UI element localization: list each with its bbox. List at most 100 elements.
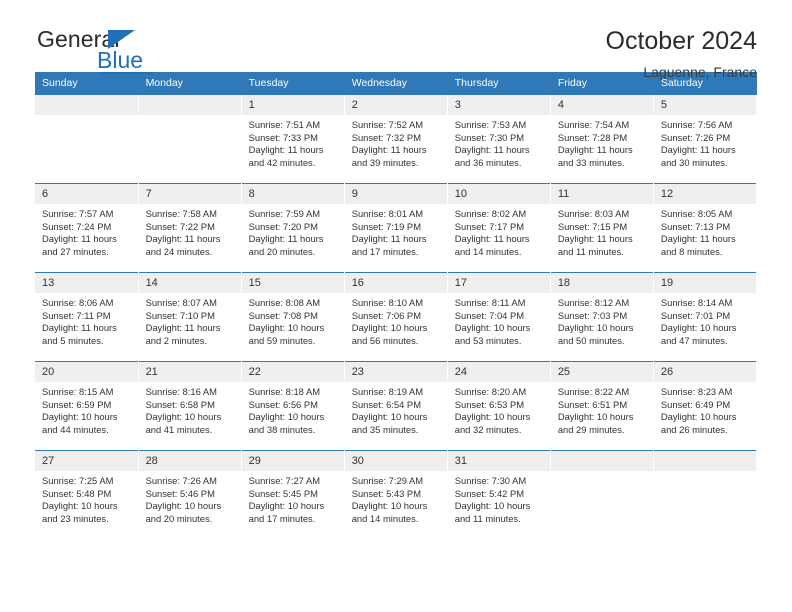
sunset-text: Sunset: 5:42 PM bbox=[454, 487, 525, 499]
sunset-text: Sunset: 6:59 PM bbox=[42, 398, 112, 410]
calendar-day-cell[interactable]: 4 Sunrise: 7:54 AM Sunset: 7:28 PM Daylight… bbox=[550, 94, 654, 184]
day-details: Sunrise: 8:05 AM Sunset: 7:13 PM Daylight:… bbox=[654, 204, 756, 258]
daylight-text: Daylight: 10 hours and 38 minutes. bbox=[248, 411, 325, 435]
day-details: Sunrise: 7:51 AM Sunset: 7:33 PM Daylight:… bbox=[242, 115, 344, 169]
daylight-text: Daylight: 11 hours and 5 minutes. bbox=[42, 322, 117, 346]
day-number: 6 bbox=[35, 184, 138, 204]
sunset-text: Sunset: 6:58 PM bbox=[145, 398, 215, 410]
day-number: 24 bbox=[447, 362, 550, 382]
calendar-day-cell[interactable]: 2 Sunrise: 7:52 AM Sunset: 7:32 PM Daylight… bbox=[344, 94, 448, 184]
calendar-day-cell[interactable]: 24 Sunrise: 8:20 AM Sunset: 6:53 PM Dayligh… bbox=[447, 361, 551, 451]
calendar-day-cell[interactable]: 26 Sunrise: 8:23 AM Sunset: 6:49 PM Dayligh… bbox=[653, 361, 758, 451]
daylight-text: Daylight: 11 hours and 20 minutes. bbox=[248, 233, 324, 257]
calendar-day-cell[interactable]: 15 Sunrise: 8:08 AM Sunset: 7:08 PM Dayligh… bbox=[241, 272, 345, 362]
sunrise-text: Sunrise: 8:14 AM bbox=[660, 297, 733, 308]
calendar-day-cell[interactable]: 22 Sunrise: 8:18 AM Sunset: 6:56 PM Dayligh… bbox=[241, 361, 345, 451]
day-number bbox=[35, 95, 138, 115]
sunset-text: Sunset: 7:06 PM bbox=[351, 309, 421, 321]
sunrise-text: Sunrise: 7:30 AM bbox=[454, 475, 527, 486]
sunset-text: Sunset: 5:46 PM bbox=[145, 487, 215, 499]
calendar-day-cell[interactable]: 18 Sunrise: 8:12 AM Sunset: 7:03 PM Dayligh… bbox=[550, 272, 654, 362]
calendar-day-cell[interactable]: 12 Sunrise: 8:05 AM Sunset: 7:13 PM Dayligh… bbox=[653, 183, 758, 273]
day-details: Sunrise: 8:19 AM Sunset: 6:54 PM Daylight:… bbox=[345, 382, 447, 436]
calendar-day-cell[interactable]: 6 Sunrise: 7:57 AM Sunset: 7:24 PM Daylight… bbox=[35, 183, 139, 273]
day-details: Sunrise: 8:01 AM Sunset: 7:19 PM Daylight:… bbox=[345, 204, 447, 258]
day-number: 29 bbox=[241, 451, 344, 471]
sunrise-text: Sunrise: 8:05 AM bbox=[660, 208, 733, 219]
sunset-text: Sunset: 7:30 PM bbox=[454, 131, 525, 143]
day-number: 16 bbox=[344, 273, 447, 293]
day-details: Sunrise: 8:11 AM Sunset: 7:04 PM Daylight:… bbox=[448, 293, 550, 347]
day-number: 13 bbox=[35, 273, 138, 293]
calendar-day-cell[interactable]: 5 Sunrise: 7:56 AM Sunset: 7:26 PM Daylight… bbox=[653, 94, 758, 184]
daylight-text: Daylight: 10 hours and 53 minutes. bbox=[454, 322, 531, 346]
sunset-text: Sunset: 6:51 PM bbox=[557, 398, 628, 410]
sunset-text: Sunset: 6:54 PM bbox=[351, 398, 421, 410]
calendar-day-cell[interactable]: 25 Sunrise: 8:22 AM Sunset: 6:51 PM Dayligh… bbox=[550, 361, 654, 451]
calendar-day-cell[interactable]: 29 Sunrise: 7:27 AM Sunset: 5:45 PM Dayligh… bbox=[241, 450, 345, 540]
weekday-header-thursday: Thursday bbox=[447, 72, 551, 95]
calendar-day-cell[interactable]: 16 Sunrise: 8:10 AM Sunset: 7:06 PM Dayligh… bbox=[344, 272, 448, 362]
sunset-text: Sunset: 7:08 PM bbox=[248, 309, 318, 321]
day-details: Sunrise: 8:20 AM Sunset: 6:53 PM Daylight:… bbox=[448, 382, 550, 436]
calendar-day-cell[interactable]: 7 Sunrise: 7:58 AM Sunset: 7:22 PM Daylight… bbox=[138, 183, 242, 273]
day-number: 30 bbox=[344, 451, 447, 471]
daylight-text: Daylight: 10 hours and 41 minutes. bbox=[145, 411, 222, 435]
sunset-text: Sunset: 5:48 PM bbox=[42, 487, 112, 499]
calendar-day-cell[interactable]: 13 Sunrise: 8:06 AM Sunset: 7:11 PM Dayligh… bbox=[35, 272, 139, 362]
day-number: 26 bbox=[653, 362, 756, 382]
day-details: Sunrise: 7:27 AM Sunset: 5:45 PM Daylight:… bbox=[242, 471, 344, 525]
daylight-text: Daylight: 10 hours and 14 minutes. bbox=[351, 500, 428, 524]
sunrise-text: Sunrise: 7:26 AM bbox=[145, 475, 217, 486]
sunset-text: Sunset: 7:03 PM bbox=[557, 309, 628, 321]
sunset-text: Sunset: 7:13 PM bbox=[660, 220, 731, 232]
calendar-day-cell[interactable]: 20 Sunrise: 8:15 AM Sunset: 6:59 PM Dayligh… bbox=[35, 361, 139, 451]
sunset-text: Sunset: 5:45 PM bbox=[248, 487, 318, 499]
calendar-day-cell[interactable]: 8 Sunrise: 7:59 AM Sunset: 7:20 PM Daylight… bbox=[241, 183, 345, 273]
daylight-text: Daylight: 10 hours and 26 minutes. bbox=[660, 411, 737, 435]
day-number bbox=[550, 451, 653, 471]
day-details: Sunrise: 7:26 AM Sunset: 5:46 PM Daylight:… bbox=[139, 471, 241, 525]
calendar-day-cell[interactable]: 1 Sunrise: 7:51 AM Sunset: 7:33 PM Daylight… bbox=[241, 94, 345, 184]
calendar-day-cell-empty bbox=[550, 450, 654, 540]
sunrise-text: Sunrise: 8:16 AM bbox=[145, 386, 217, 397]
sunset-text: Sunset: 7:32 PM bbox=[351, 131, 421, 143]
sunset-text: Sunset: 7:22 PM bbox=[145, 220, 215, 232]
day-number: 31 bbox=[447, 451, 550, 471]
day-number: 14 bbox=[138, 273, 241, 293]
daylight-text: Daylight: 10 hours and 29 minutes. bbox=[557, 411, 634, 435]
daylight-text: Daylight: 10 hours and 44 minutes. bbox=[42, 411, 118, 435]
calendar-day-cell[interactable]: 30 Sunrise: 7:29 AM Sunset: 5:43 PM Dayligh… bbox=[344, 450, 448, 540]
calendar-day-cell[interactable]: 21 Sunrise: 8:16 AM Sunset: 6:58 PM Dayligh… bbox=[138, 361, 242, 451]
day-details: Sunrise: 7:53 AM Sunset: 7:30 PM Daylight:… bbox=[448, 115, 550, 169]
calendar-day-cell[interactable]: 9 Sunrise: 8:01 AM Sunset: 7:19 PM Daylight… bbox=[344, 183, 448, 273]
day-details: Sunrise: 7:56 AM Sunset: 7:26 PM Daylight:… bbox=[654, 115, 756, 169]
day-details: Sunrise: 8:03 AM Sunset: 7:15 PM Daylight:… bbox=[551, 204, 653, 258]
sunset-text: Sunset: 7:19 PM bbox=[351, 220, 421, 232]
day-number: 21 bbox=[138, 362, 241, 382]
calendar-day-cell[interactable]: 19 Sunrise: 8:14 AM Sunset: 7:01 PM Dayligh… bbox=[653, 272, 758, 362]
calendar-day-cell[interactable]: 28 Sunrise: 7:26 AM Sunset: 5:46 PM Dayligh… bbox=[138, 450, 242, 540]
title-block: October 2024 Laguenne, France bbox=[606, 26, 758, 82]
calendar-day-cell[interactable]: 11 Sunrise: 8:03 AM Sunset: 7:15 PM Dayligh… bbox=[550, 183, 654, 273]
daylight-text: Daylight: 11 hours and 27 minutes. bbox=[42, 233, 117, 257]
logo-underline bbox=[98, 72, 153, 74]
calendar-day-cell[interactable]: 3 Sunrise: 7:53 AM Sunset: 7:30 PM Daylight… bbox=[447, 94, 551, 184]
calendar-day-cell[interactable]: 27 Sunrise: 7:25 AM Sunset: 5:48 PM Dayligh… bbox=[35, 450, 139, 540]
day-number: 1 bbox=[241, 95, 344, 115]
daylight-text: Daylight: 11 hours and 33 minutes. bbox=[557, 144, 633, 168]
day-details: Sunrise: 7:29 AM Sunset: 5:43 PM Daylight:… bbox=[345, 471, 447, 525]
sunrise-text: Sunrise: 8:12 AM bbox=[557, 297, 630, 308]
daylight-text: Daylight: 11 hours and 24 minutes. bbox=[145, 233, 221, 257]
day-number: 22 bbox=[241, 362, 344, 382]
calendar-day-cell[interactable]: 10 Sunrise: 8:02 AM Sunset: 7:17 PM Dayligh… bbox=[447, 183, 551, 273]
calendar-day-cell[interactable]: 14 Sunrise: 8:07 AM Sunset: 7:10 PM Dayligh… bbox=[138, 272, 242, 362]
sunset-text: Sunset: 7:24 PM bbox=[42, 220, 112, 232]
day-details: Sunrise: 7:57 AM Sunset: 7:24 PM Daylight:… bbox=[35, 204, 138, 258]
calendar-day-cell[interactable]: 31 Sunrise: 7:30 AM Sunset: 5:42 PM Dayligh… bbox=[447, 450, 551, 540]
calendar-day-cell[interactable]: 17 Sunrise: 8:11 AM Sunset: 7:04 PM Dayligh… bbox=[447, 272, 551, 362]
daylight-text: Daylight: 10 hours and 32 minutes. bbox=[454, 411, 531, 435]
daylight-text: Daylight: 11 hours and 17 minutes. bbox=[351, 233, 427, 257]
day-number: 18 bbox=[550, 273, 653, 293]
calendar-day-cell[interactable]: 23 Sunrise: 8:19 AM Sunset: 6:54 PM Dayligh… bbox=[344, 361, 448, 451]
